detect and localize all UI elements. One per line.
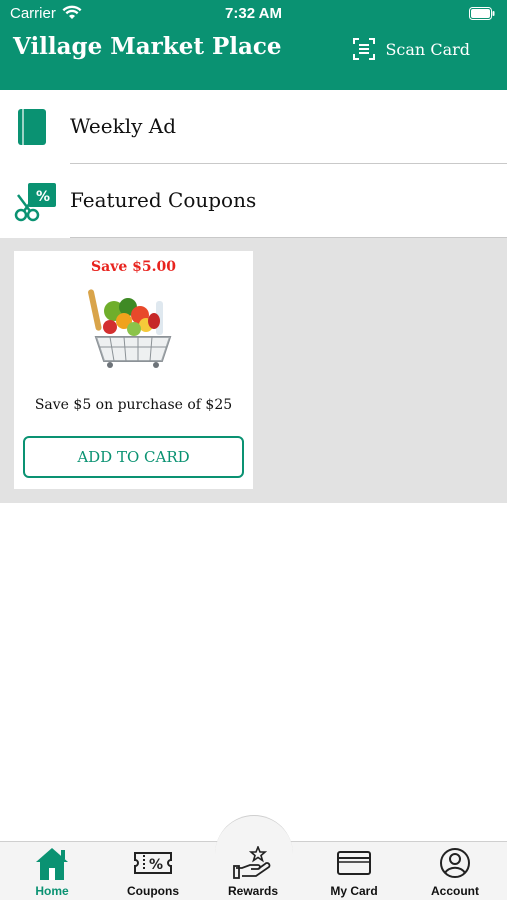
tab-coupons[interactable]: % Coupons	[103, 846, 203, 900]
account-icon	[405, 846, 505, 880]
menu-item-weekly-ad[interactable]: Weekly Ad	[0, 90, 507, 164]
scan-card-label: Scan Card	[385, 39, 470, 59]
tab-label: Rewards	[227, 884, 279, 898]
coupon-scissors-icon: %	[14, 181, 58, 228]
ticket-percent-icon: %	[103, 846, 203, 880]
card-icon	[304, 846, 404, 880]
menu-item-label: Weekly Ad	[70, 114, 177, 138]
tab-label: Home	[35, 884, 69, 898]
add-to-card-button[interactable]: ADD TO CARD	[23, 436, 244, 478]
grocery-basket-image	[84, 281, 184, 386]
coupon-description: Save $5 on purchase of $25	[34, 397, 233, 413]
svg-text:%: %	[36, 189, 50, 205]
battery-icon	[469, 7, 495, 24]
tab-account[interactable]: Account	[405, 846, 505, 900]
main-menu: Weekly Ad % Featured Coupons	[0, 90, 507, 238]
menu-item-featured-coupons[interactable]: % Featured Coupons	[0, 164, 507, 238]
tab-label: My Card	[330, 884, 378, 898]
hand-star-icon	[203, 844, 303, 880]
home-icon	[2, 846, 102, 880]
tab-label: Account	[431, 884, 479, 898]
app-header: Carrier 7:32 AM Village Market Place Sca…	[0, 0, 507, 90]
status-time: 7:32 AM	[225, 5, 282, 22]
page-title: Village Market Place	[13, 33, 282, 60]
coupon-card[interactable]: Save $5.00 Save $5 on purchase of $25 AD…	[14, 251, 253, 489]
coupon-list: Save $5.00 Save $5 on purchase of $25 AD…	[0, 238, 507, 503]
svg-text:%: %	[149, 857, 163, 873]
book-icon	[14, 107, 50, 152]
scan-icon	[353, 38, 376, 60]
menu-item-label: Featured Coupons	[70, 188, 257, 212]
scan-card-button[interactable]: Scan Card	[353, 38, 470, 60]
tab-my-card[interactable]: My Card	[304, 846, 404, 900]
tab-home[interactable]: Home	[2, 846, 102, 900]
tab-label: Coupons	[127, 884, 179, 898]
coupon-save-amount: Save $5.00	[91, 259, 176, 275]
status-bar: Carrier 7:32 AM	[0, 0, 507, 28]
tab-rewards[interactable]: Rewards	[203, 844, 303, 900]
